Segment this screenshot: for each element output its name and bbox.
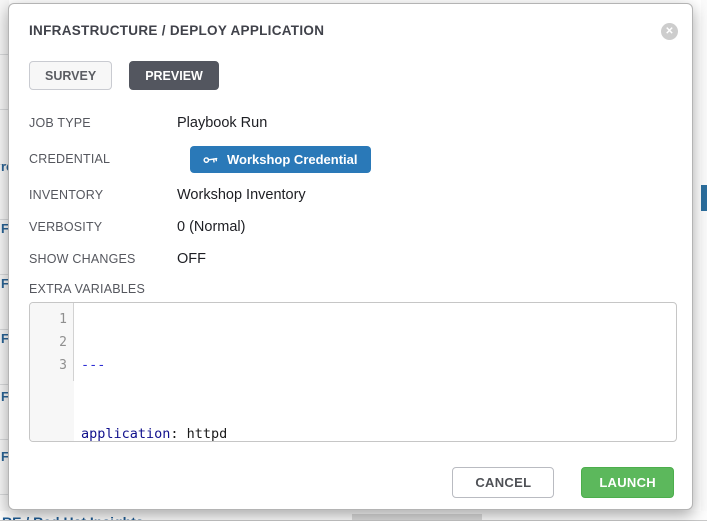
- background-breadcrumb-fragment: RE / Red Hat Insights: [2, 514, 144, 521]
- field-row-inventory: INVENTORY Workshop Inventory: [29, 179, 692, 211]
- background-label-fragment: [352, 514, 482, 521]
- deploy-application-modal: INFRASTRUCTURE / DEPLOY APPLICATION ✕ SU…: [8, 3, 693, 510]
- extra-variables-editor[interactable]: 1 2 3 --- application: httpd: [29, 302, 677, 442]
- editor-code-area[interactable]: --- application: httpd: [74, 303, 676, 441]
- job-detail-fields: JOB TYPE Playbook Run CREDENTIAL Worksho…: [29, 107, 692, 275]
- code-line: ---: [81, 354, 676, 377]
- extra-variables-label: EXTRA VARIABLES: [29, 282, 692, 296]
- modal-footer: CANCEL LAUNCH: [9, 467, 674, 498]
- field-row-job-type: JOB TYPE Playbook Run: [29, 107, 692, 139]
- launch-button[interactable]: LAUNCH: [581, 467, 674, 498]
- show-changes-value: OFF: [177, 251, 206, 267]
- line-number: 1: [30, 308, 67, 331]
- cancel-button[interactable]: CANCEL: [452, 467, 554, 498]
- close-icon: ✕: [665, 27, 673, 37]
- field-row-verbosity: VERBOSITY 0 (Normal): [29, 211, 692, 243]
- modal-tabs: SURVEY PREVIEW: [29, 61, 692, 90]
- code-line: application: httpd: [81, 423, 676, 442]
- key-icon: [202, 152, 219, 167]
- tab-survey[interactable]: SURVEY: [29, 61, 112, 90]
- job-type-label: JOB TYPE: [29, 116, 177, 130]
- verbosity-label: VERBOSITY: [29, 220, 177, 234]
- close-button[interactable]: ✕: [661, 23, 678, 40]
- inventory-label: INVENTORY: [29, 188, 177, 202]
- inventory-value: Workshop Inventory: [177, 187, 306, 203]
- field-row-show-changes: SHOW CHANGES OFF: [29, 243, 692, 275]
- editor-line-number-gutter: 1 2 3: [30, 303, 74, 441]
- field-row-credential: CREDENTIAL Workshop Credential: [29, 139, 692, 179]
- tab-preview[interactable]: PREVIEW: [129, 61, 219, 90]
- line-number: 3: [30, 354, 67, 377]
- credential-chip[interactable]: Workshop Credential: [190, 146, 371, 173]
- show-changes-label: SHOW CHANGES: [29, 252, 177, 266]
- background-button-fragment: [701, 185, 707, 211]
- credential-label: CREDENTIAL: [29, 152, 177, 166]
- credential-chip-label: Workshop Credential: [227, 152, 358, 167]
- background-page-right-sliver: [701, 0, 707, 521]
- verbosity-value: 0 (Normal): [177, 219, 245, 235]
- line-number: 2: [30, 331, 67, 354]
- job-type-value: Playbook Run: [177, 115, 267, 131]
- modal-title: INFRASTRUCTURE / DEPLOY APPLICATION: [29, 23, 324, 38]
- modal-header: INFRASTRUCTURE / DEPLOY APPLICATION ✕: [9, 4, 692, 40]
- background-page-bottom-sliver: RE / Red Hat Insights: [0, 511, 707, 521]
